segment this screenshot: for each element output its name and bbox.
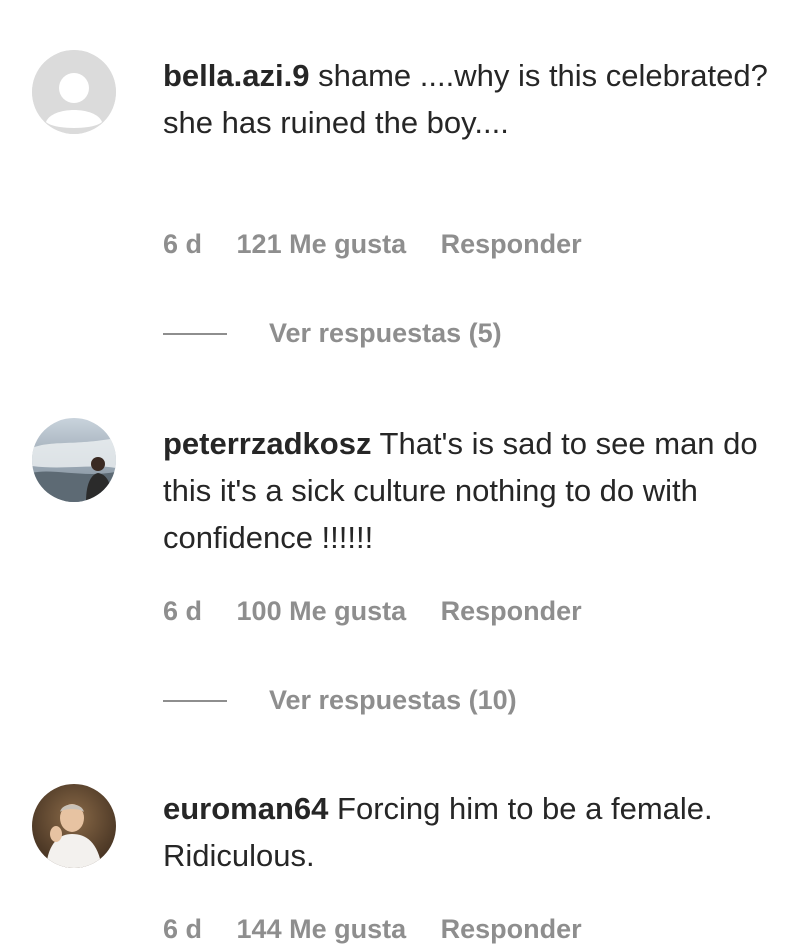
reply-button[interactable]: Responder [441,229,582,259]
comment-meta: 6 d 144 Me gusta Responder [163,914,609,945]
view-replies-button[interactable]: Ver respuestas (5) [163,318,502,349]
reply-button[interactable]: Responder [441,596,582,626]
comment-meta: 6 d 121 Me gusta Responder [163,229,609,260]
comment-text: bella.azi.9 shame ....why is this celebr… [163,52,773,146]
avatar[interactable] [32,418,116,502]
view-replies-label: Ver respuestas (10) [269,685,517,715]
reply-button[interactable]: Responder [441,914,582,944]
profile-photo-icon [32,418,116,502]
comment-meta: 6 d 100 Me gusta Responder [163,596,609,627]
view-replies-label: Ver respuestas (5) [269,318,502,348]
comment-likes[interactable]: 100 Me gusta [237,596,407,626]
avatar[interactable] [32,784,116,868]
comment-username[interactable]: euroman64 [163,791,328,826]
comment-username[interactable]: peterrzadkosz [163,426,371,461]
comment-text: peterrzadkosz That's is sad to see man d… [163,420,773,561]
comment-text: euroman64 Forcing him to be a female. Ri… [163,785,773,879]
avatar[interactable] [32,50,116,134]
comment-time[interactable]: 6 d [163,229,202,259]
profile-photo-icon [32,784,116,868]
view-replies-button[interactable]: Ver respuestas (10) [163,685,517,716]
comment-username[interactable]: bella.azi.9 [163,58,309,93]
comment-likes[interactable]: 144 Me gusta [237,914,407,944]
replies-divider-line [163,699,227,702]
default-profile-icon [32,50,116,134]
replies-divider-line [163,332,227,335]
comment-likes[interactable]: 121 Me gusta [237,229,407,259]
comment-time[interactable]: 6 d [163,596,202,626]
comment-time[interactable]: 6 d [163,914,202,944]
